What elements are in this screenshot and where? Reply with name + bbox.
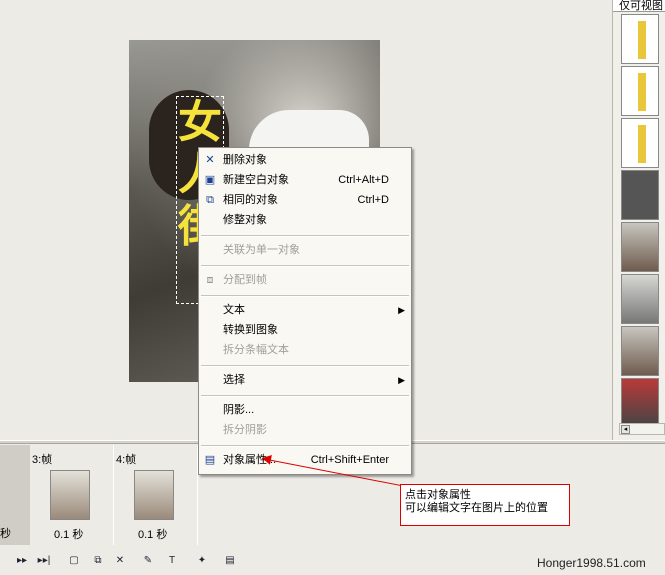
watermark: Honger1998.51.com xyxy=(537,556,646,570)
horizontal-scrollbar[interactable]: ◂ xyxy=(619,423,665,435)
tween-icon[interactable]: ✎ xyxy=(140,554,156,568)
new-frame-icon[interactable]: ▢ xyxy=(66,554,82,568)
annotation-line-1: 点击对象属性 xyxy=(405,489,471,501)
effect-icon[interactable]: ✦ xyxy=(194,554,210,568)
menu-item-distribute-frames[interactable]: ⧈ 分配到帧 xyxy=(199,270,411,290)
submenu-arrow-icon: ▶ xyxy=(398,375,405,385)
menu-item-duplicate-object[interactable]: ⧉ 相同的对象 Ctrl+D xyxy=(199,190,411,210)
duplicate-frame-icon[interactable]: ⧉ xyxy=(90,554,106,568)
side-thumb[interactable] xyxy=(621,222,659,272)
menu-item-text[interactable]: 文本 ▶ xyxy=(199,300,411,320)
menu-item-trim-object[interactable]: 修整对象 xyxy=(199,210,411,230)
next-frame-icon[interactable]: ▸▸ xyxy=(14,554,30,568)
frame-thumbnail[interactable] xyxy=(134,470,174,520)
frame-cell[interactable]: 3:帧 0.1 秒 xyxy=(30,445,114,545)
panel-header: 仅可视图 xyxy=(613,0,665,12)
side-thumb[interactable] xyxy=(621,326,659,376)
menu-separator xyxy=(201,395,409,397)
text-frame-icon[interactable]: T xyxy=(164,554,180,568)
side-thumb[interactable] xyxy=(621,378,659,428)
frames-side-panel: 仅可视图 xyxy=(612,0,665,440)
annotation-arrow-head xyxy=(261,453,272,465)
frame-cell-partial[interactable] xyxy=(0,445,30,545)
scroll-left-icon[interactable]: ◂ xyxy=(621,425,630,434)
properties-icon: ▤ xyxy=(204,454,216,466)
side-thumb[interactable] xyxy=(621,274,659,324)
side-thumb[interactable] xyxy=(621,14,659,64)
menu-item-link-single[interactable]: 关联为单一对象 xyxy=(199,240,411,260)
side-thumb[interactable] xyxy=(621,170,659,220)
frame-delay[interactable]: 0.1 秒 xyxy=(138,526,167,542)
menu-item-new-object[interactable]: ▣ 新建空白对象 Ctrl+Alt+D xyxy=(199,170,411,190)
menu-item-split-banner-text[interactable]: 拆分条幅文本 xyxy=(199,340,411,360)
annotation-callout: 点击对象属性 可以编辑文字在图片上的位置 xyxy=(400,484,570,526)
menu-separator xyxy=(201,265,409,267)
menu-item-shadow[interactable]: 阴影... xyxy=(199,400,411,420)
menu-item-delete-object[interactable]: ✕ 删除对象 xyxy=(199,150,411,170)
menu-separator xyxy=(201,365,409,367)
frame-label: 4:帧 xyxy=(116,454,137,466)
duplicate-icon: ⧉ xyxy=(206,194,214,206)
submenu-arrow-icon: ▶ xyxy=(398,305,405,315)
menu-item-convert-to-image[interactable]: 转换到图象 xyxy=(199,320,411,340)
menu-separator xyxy=(201,445,409,447)
last-frame-icon[interactable]: ▸▸| xyxy=(36,554,52,568)
frame-cell[interactable]: 4:帧 0.1 秒 xyxy=(114,445,198,545)
frame-delay[interactable]: 0.1 秒 xyxy=(54,526,83,542)
frame-thumbnail[interactable] xyxy=(50,470,90,520)
menu-item-split-shadow[interactable]: 拆分阴影 xyxy=(199,420,411,440)
side-thumb[interactable] xyxy=(621,118,659,168)
menu-separator xyxy=(201,235,409,237)
menu-item-select[interactable]: 选择 ▶ xyxy=(199,370,411,390)
context-menu: ✕ 删除对象 ▣ 新建空白对象 Ctrl+Alt+D ⧉ 相同的对象 Ctrl+… xyxy=(198,147,412,475)
properties-toolbar-icon[interactable]: ▤ xyxy=(222,554,238,568)
delete-frame-icon[interactable]: ✕ xyxy=(112,554,128,568)
annotation-line-2: 可以编辑文字在图片上的位置 xyxy=(405,502,548,514)
new-object-icon: ▣ xyxy=(204,174,216,186)
menu-separator xyxy=(201,295,409,297)
x-icon: ✕ xyxy=(205,154,215,166)
distribute-icon: ⧈ xyxy=(206,274,214,286)
side-thumb[interactable] xyxy=(621,66,659,116)
frame-label: 3:帧 xyxy=(32,454,53,466)
